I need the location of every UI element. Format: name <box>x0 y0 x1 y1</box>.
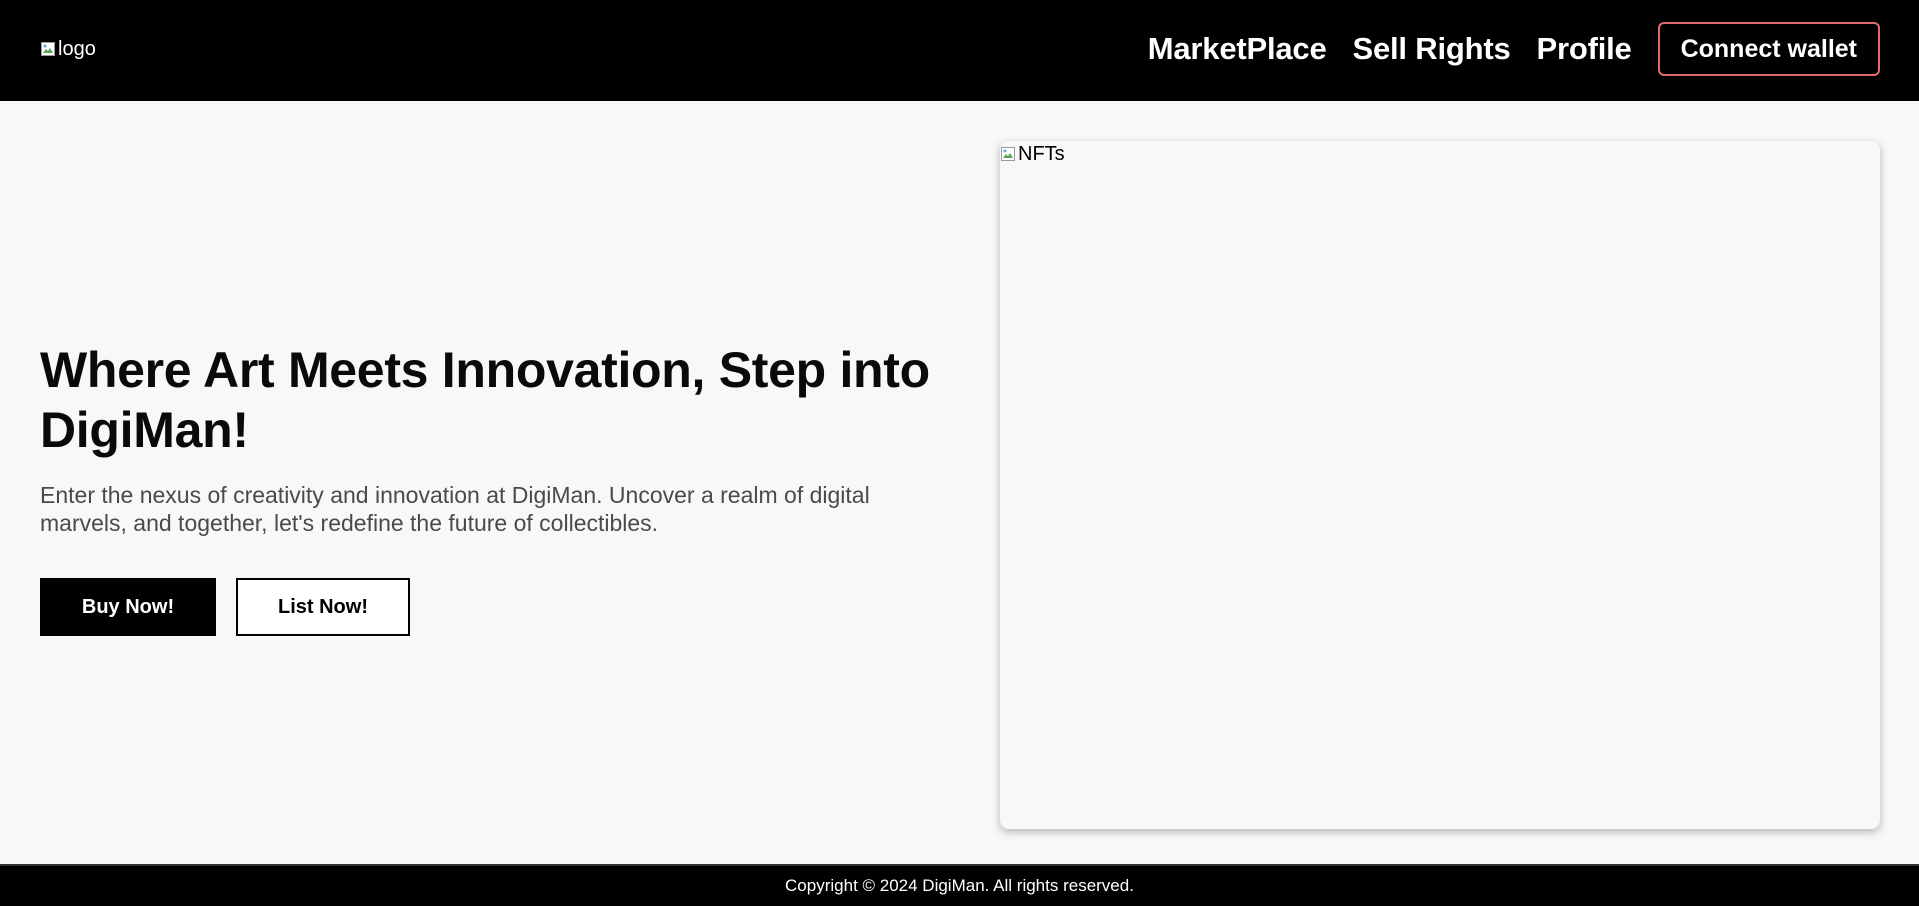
nav-link-marketplace[interactable]: MarketPlace <box>1148 31 1327 67</box>
broken-image-icon <box>40 41 56 57</box>
list-now-button[interactable]: List Now! <box>236 578 410 636</box>
footer: Copyright © 2024 DigiMan. All rights res… <box>0 864 1919 906</box>
nft-image-card: NFTs <box>1000 141 1880 829</box>
hero-title: Where Art Meets Innovation, Step into Di… <box>40 342 930 458</box>
buy-now-button[interactable]: Buy Now! <box>40 578 216 636</box>
logo-image[interactable]: logo <box>40 37 96 61</box>
logo-alt-text: logo <box>58 38 96 60</box>
nav-link-profile[interactable]: Profile <box>1537 31 1632 67</box>
navbar: logo MarketPlace Sell Rights Profile Con… <box>0 0 1919 101</box>
hero-section: Where Art Meets Innovation, Step into Di… <box>40 340 970 636</box>
nav-links: MarketPlace Sell Rights Profile Connect … <box>1148 22 1880 76</box>
connect-wallet-button[interactable]: Connect wallet <box>1657 22 1880 76</box>
nav-link-sell-rights[interactable]: Sell Rights <box>1353 31 1511 67</box>
nft-image: NFTs <box>1000 141 1065 166</box>
footer-copyright: Copyright © 2024 DigiMan. All rights res… <box>785 876 1134 895</box>
nft-image-alt-text: NFTs <box>1018 143 1065 165</box>
hero-buttons: Buy Now! List Now! <box>40 578 970 636</box>
broken-image-icon <box>1000 146 1016 162</box>
hero-description: Enter the nexus of creativity and innova… <box>40 482 870 536</box>
